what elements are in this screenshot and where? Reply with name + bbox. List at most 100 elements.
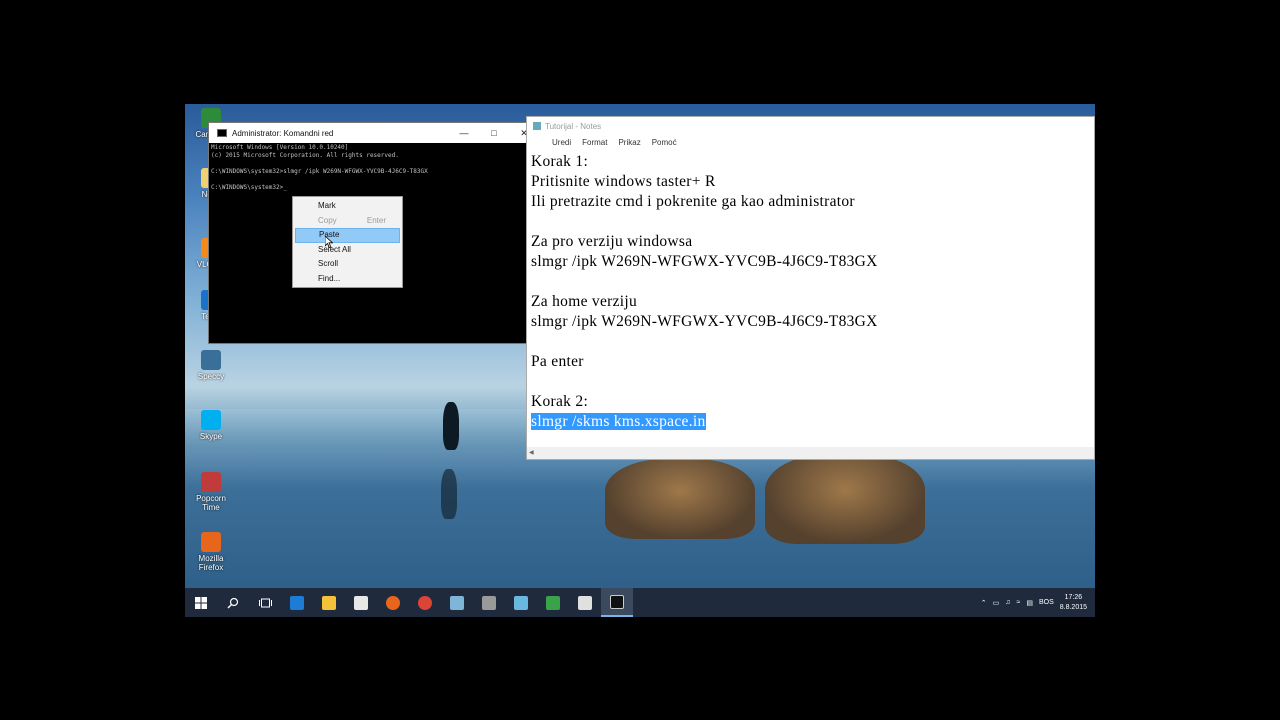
- desktop-icon-label: Skype: [199, 432, 223, 441]
- notes-text-line: Za pro verziju windowsa: [531, 233, 693, 250]
- desktop-icon[interactable]: Mozilla Firefox: [193, 532, 229, 572]
- volume-icon[interactable]: ♫: [1005, 599, 1010, 606]
- notes-text-line: Za home verziju: [531, 293, 638, 310]
- app-icon: [201, 532, 221, 552]
- cmd-output-line: C:\WINDOWS\system32>slmgr /ipk W269N-WFG…: [211, 168, 428, 175]
- notes-app-icon: [450, 595, 464, 610]
- notes-text-line: slmgr /ipk W269N-WFGWX-YVC9B-4J6C9-T83GX: [531, 313, 878, 330]
- context-menu-item[interactable]: Find...: [295, 272, 400, 287]
- notes-window[interactable]: Tutorijal - Notes Uredi Format Prikaz Pomoć…: [526, 116, 1095, 460]
- taskbar-app-button[interactable]: [505, 588, 537, 617]
- file-explorer-icon: [322, 595, 336, 610]
- maximize-icon[interactable]: □: [479, 123, 509, 143]
- notes-app-icon: [533, 122, 541, 130]
- notes-text-line: slmgr /skms kms.xspace.in: [531, 412, 1090, 432]
- notes-text-line: Korak 1:: [531, 153, 589, 170]
- context-menu-item-label: Find...: [318, 273, 341, 283]
- desktop-icon-label: Speccy: [197, 372, 225, 381]
- taskbar-app-button[interactable]: [441, 588, 473, 617]
- context-menu-item[interactable]: Select All: [295, 243, 400, 258]
- edge-icon: [290, 595, 304, 610]
- desktop-icon[interactable]: Speccy: [193, 350, 229, 381]
- context-menu-item[interactable]: Mark: [295, 199, 400, 214]
- cmd-output-line: [211, 176, 525, 184]
- clock-time: 17:26: [1064, 593, 1083, 601]
- app-icon: [201, 350, 221, 370]
- network-icon[interactable]: ▭: [993, 599, 1000, 607]
- minimize-icon[interactable]: —: [449, 123, 479, 143]
- notes-text-line: slmgr /ipk W269N-WFGWX-YVC9B-4J6C9-T83GX: [531, 253, 878, 270]
- context-menu-item[interactable]: Scroll: [295, 257, 400, 272]
- runner-reflection: [441, 469, 457, 519]
- taskbar-app-button[interactable]: [601, 588, 633, 617]
- scroll-left-icon[interactable]: ◀: [529, 447, 534, 459]
- taskbar-app-button[interactable]: [569, 588, 601, 617]
- clock-date: 8.8.2015: [1059, 603, 1087, 611]
- cmd-output-line: Microsoft Windows [Version 10.0.10240]: [211, 144, 349, 151]
- camstudio-icon: [578, 595, 592, 610]
- search-button[interactable]: [217, 588, 249, 617]
- firefox-icon: [386, 595, 400, 610]
- clock[interactable]: 17:26 8.8.2015: [1060, 593, 1087, 613]
- notes-menu-item[interactable]: Format: [582, 138, 607, 147]
- notes-text-line: [531, 212, 1090, 232]
- context-menu-item-label: Copy: [318, 215, 337, 225]
- task-view-icon: [258, 598, 272, 607]
- desktop-icon-label: Popcorn Time: [196, 494, 226, 512]
- chevron-up-icon[interactable]: ⌃: [981, 599, 987, 607]
- cmd-title-bar[interactable]: Administrator: Komandni red — □ ✕: [209, 123, 539, 143]
- context-menu-item[interactable]: Paste: [295, 228, 400, 243]
- action-center-icon[interactable]: ▤: [1026, 599, 1033, 607]
- taskbar-app-button[interactable]: [377, 588, 409, 617]
- context-menu-item: Copy Enter: [295, 214, 400, 229]
- taskbar-app-button[interactable]: [537, 588, 569, 617]
- notes-text-line: Korak 2:: [531, 393, 589, 410]
- notes-text-area[interactable]: Korak 1: Pritisnite windows taster+ R Ili …: [531, 152, 1090, 442]
- cmd-output-line: [211, 160, 525, 168]
- mouse-cursor-icon: [325, 236, 333, 248]
- context-menu-item-label: Mark: [318, 201, 336, 210]
- runner-silhouette: [443, 402, 459, 450]
- notes-text-line: [531, 272, 1090, 292]
- chrome-icon: [418, 595, 432, 610]
- desktop-icon[interactable]: Skype: [193, 410, 229, 441]
- taskbar-app-button[interactable]: [409, 588, 441, 617]
- taskbar-app-button[interactable]: [281, 588, 313, 617]
- wifi-icon[interactable]: ≈: [1016, 599, 1020, 606]
- context-menu-item-label: Select All: [318, 244, 351, 254]
- context-menu-shortcut: Enter: [366, 215, 386, 225]
- notes-menu-item[interactable]: Uredi: [552, 138, 571, 147]
- cmd-output-line: C:\WINDOWS\system32>_: [211, 184, 287, 191]
- store-icon: [354, 595, 368, 610]
- notes-text-line: [531, 372, 1090, 392]
- rock-reflection-left: [605, 459, 755, 539]
- camtasia-icon: [546, 595, 560, 610]
- start-button[interactable]: [185, 588, 217, 617]
- task-view-button[interactable]: [249, 588, 281, 617]
- notes-title-bar[interactable]: Tutorijal - Notes: [527, 117, 1094, 135]
- notes-text-line: [531, 332, 1090, 352]
- notes-menu-item[interactable]: Pomoć: [652, 138, 677, 147]
- notes-menu-item[interactable]: Prikaz: [618, 138, 640, 147]
- context-menu-item-label: Scroll: [318, 259, 339, 269]
- cmd-window-title: Administrator: Komandni red: [232, 128, 334, 138]
- selected-text[interactable]: slmgr /skms kms.xspace.in: [531, 413, 706, 430]
- cmd-app-icon: [217, 129, 227, 137]
- notes-menu-bar: Uredi Format Prikaz Pomoć: [527, 135, 1094, 150]
- windows-logo-icon: [195, 596, 207, 609]
- taskbar-app-button[interactable]: [345, 588, 377, 617]
- app-icon: [201, 472, 221, 492]
- search-icon: [227, 597, 239, 608]
- notes-horizontal-scrollbar[interactable]: ◀: [527, 447, 1094, 459]
- taskbar: ⌃ ▭ ♫ ≈ ▤ BOS 17:26 8.8.2015: [185, 588, 1095, 617]
- taskbar-app-button[interactable]: [473, 588, 505, 617]
- desktop-icon-label: Mozilla Firefox: [198, 554, 224, 572]
- language-indicator[interactable]: BOS: [1039, 599, 1054, 606]
- notes-text-line: Pritisnite windows taster+ R: [531, 173, 716, 190]
- system-tray: ⌃ ▭ ♫ ≈ ▤ BOS 17:26 8.8.2015: [981, 593, 1095, 613]
- desktop-icon[interactable]: Popcorn Time: [193, 472, 229, 512]
- cmd-output-line: (c) 2015 Microsoft Corporation. All righ…: [211, 152, 399, 159]
- taskbar-app-button[interactable]: [313, 588, 345, 617]
- tools-icon: [482, 595, 496, 610]
- cmd-icon: [610, 594, 624, 609]
